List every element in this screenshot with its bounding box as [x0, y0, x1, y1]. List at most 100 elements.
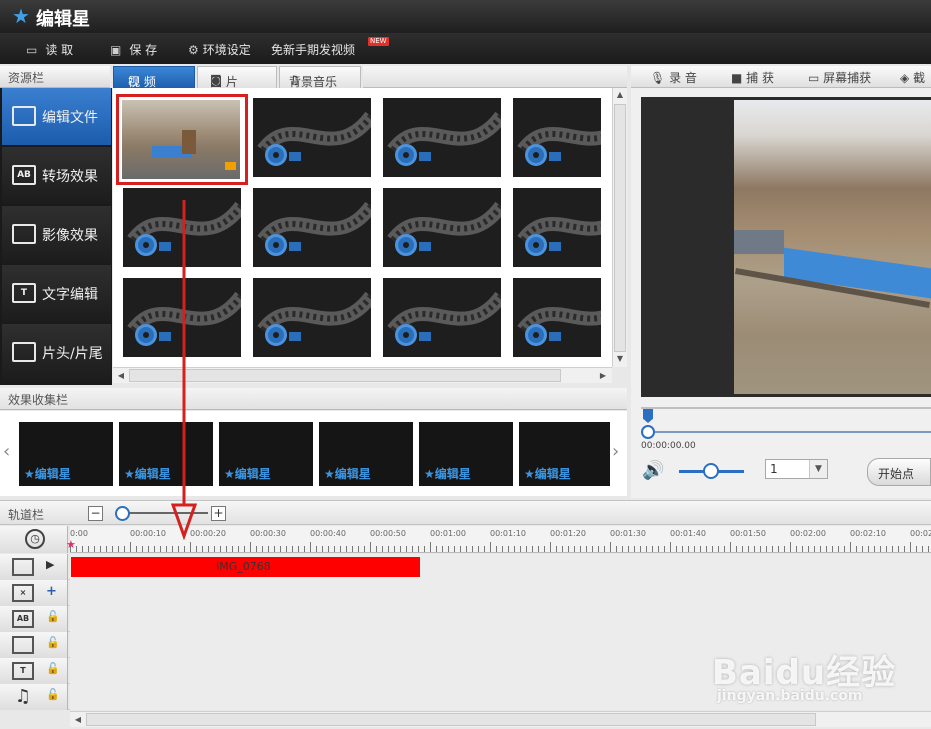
media-thumb-placeholder[interactable] [253, 98, 371, 177]
transition-track-body[interactable] [70, 606, 931, 632]
camera-icon [289, 152, 301, 161]
sidebar-item-edit-files[interactable]: 编辑文件 [2, 88, 111, 145]
video-track: ▶ IMG_0768 [0, 554, 931, 580]
effect-item[interactable]: ★编辑星 [319, 422, 413, 486]
volume-knob[interactable] [703, 463, 719, 479]
save-icon: ▣ [110, 43, 122, 57]
zoom-knob[interactable] [115, 506, 130, 521]
ruler-tick [922, 546, 923, 552]
video-track-body[interactable]: IMG_0768 [70, 554, 931, 580]
sidebar-item-text-edit[interactable]: T 文字编辑 [2, 265, 111, 322]
sidebar-item-image-effects[interactable]: 影像效果 [2, 206, 111, 263]
ruler-tick [358, 546, 359, 552]
ruler-tick [172, 546, 173, 552]
scroll-left-arrow[interactable]: ◀ [71, 713, 85, 727]
chevron-down-icon[interactable]: ▼ [809, 460, 827, 478]
camera-icon [419, 152, 431, 161]
save-label: 保 存 [129, 43, 158, 57]
playhead-star-icon[interactable]: ★ [66, 538, 76, 551]
ruler-tick [466, 546, 467, 552]
sidebar-item-label: 影像效果 [42, 228, 98, 244]
media-thumb-placeholder[interactable] [383, 188, 501, 267]
tab-image[interactable]: ◙ 图 片 [197, 66, 277, 89]
settings-button[interactable]: ⚙ 环境设定 [188, 41, 251, 58]
ruler-tick [442, 546, 443, 552]
tab-strip-filler [363, 66, 627, 88]
chevron-right-icon[interactable]: › [612, 441, 619, 462]
ruler-tick [880, 546, 881, 552]
ruler-tick [262, 546, 263, 552]
unlock-icon[interactable]: 🔓 [46, 610, 60, 623]
filmstrip-icon [517, 216, 601, 245]
ruler-tick [166, 546, 167, 552]
scroll-up-arrow[interactable]: ▲ [613, 88, 627, 102]
effect-item[interactable]: ★编辑星 [519, 422, 610, 486]
chevron-left-icon[interactable]: ‹ [3, 441, 10, 462]
unlock-icon[interactable]: 🔓 [46, 636, 60, 649]
ruler-tick [76, 546, 77, 552]
camera-icon: ■ [731, 71, 743, 85]
ruler-tick [418, 546, 419, 552]
seek-track[interactable] [648, 431, 931, 433]
scroll-right-arrow[interactable]: ▶ [596, 369, 610, 383]
scroll-thumb[interactable] [614, 104, 626, 352]
play-icon[interactable]: ▶ [46, 558, 54, 571]
ruler-label: 00:02:20 [910, 529, 931, 538]
timeline-hscrollbar[interactable]: ◀ [70, 711, 931, 727]
media-thumb-placeholder[interactable] [383, 278, 501, 357]
ruler-label: 00:01:40 [670, 529, 706, 538]
sidebar-item-transitions[interactable]: AB 转场效果 [2, 147, 111, 204]
audio-track-body[interactable] [70, 580, 931, 606]
filmstrip-icon [257, 291, 371, 335]
timeline-clip[interactable]: IMG_0768 [71, 557, 420, 577]
ruler-tick [658, 546, 659, 552]
clip-label: IMG_0768 [216, 560, 271, 573]
media-thumb-placeholder[interactable] [253, 188, 371, 267]
effect-icon [12, 224, 36, 244]
zoom-in-button[interactable]: + [211, 506, 226, 521]
publish-video-link[interactable]: 免新手期发视频 [271, 41, 355, 58]
timeline-toolbar: 轨道栏 − + [0, 500, 931, 525]
sidebar-item-label: 编辑文件 [42, 110, 98, 126]
start-point-button[interactable]: 开始点 [867, 458, 931, 486]
ruler-tick [364, 546, 365, 552]
tab-music[interactable]: ♫ 背景音乐 [279, 66, 361, 89]
seek-knob[interactable] [641, 425, 655, 439]
ruler-label: 00:01:00 [430, 529, 466, 538]
scroll-down-arrow[interactable]: ▼ [613, 352, 627, 366]
speed-select[interactable]: 1 ▼ [765, 459, 828, 479]
tab-video[interactable]: ▢ 视 频 [113, 66, 195, 89]
media-grid-vscrollbar[interactable]: ▲ ▼ [612, 88, 627, 367]
seek-track-top [641, 407, 931, 409]
open-button[interactable]: ▭ 读 取 [26, 41, 73, 58]
transition-track-header: AB 🔓 [0, 606, 68, 632]
ruler-tick [580, 546, 581, 552]
zoom-out-button[interactable]: − [88, 506, 103, 521]
ruler-tick [790, 542, 791, 552]
media-thumb-placeholder[interactable] [513, 188, 601, 267]
ruler-tick [388, 546, 389, 552]
ruler-tick [736, 546, 737, 552]
ruler-tick [838, 546, 839, 552]
effect-item[interactable]: ★编辑星 [219, 422, 313, 486]
scroll-left-arrow[interactable]: ◀ [114, 369, 128, 383]
machine-shape [182, 130, 196, 154]
ruler-tick [106, 546, 107, 552]
sidebar-item-intro-outro[interactable]: 片头/片尾 [2, 324, 111, 381]
unlock-icon[interactable]: 🔓 [46, 688, 60, 701]
add-icon[interactable]: + [46, 584, 57, 599]
effect-item[interactable]: ★编辑星 [19, 422, 113, 486]
effect-item[interactable]: ★编辑星 [419, 422, 513, 486]
media-thumb-placeholder[interactable] [253, 278, 371, 357]
media-thumb-placeholder[interactable] [513, 278, 601, 357]
media-thumb-placeholder[interactable] [383, 98, 501, 177]
unlock-icon[interactable]: 🔓 [46, 662, 60, 675]
scroll-thumb[interactable] [86, 713, 816, 726]
ruler-tick [700, 546, 701, 552]
save-button[interactable]: ▣ 保 存 [110, 41, 157, 58]
gear-icon: ⚙ [188, 43, 199, 57]
volume-icon[interactable]: 🔊 [642, 460, 664, 481]
video-track-header: ▶ [0, 554, 68, 580]
media-thumb-img-0768[interactable] [122, 100, 240, 179]
media-thumb-placeholder[interactable] [513, 98, 601, 177]
